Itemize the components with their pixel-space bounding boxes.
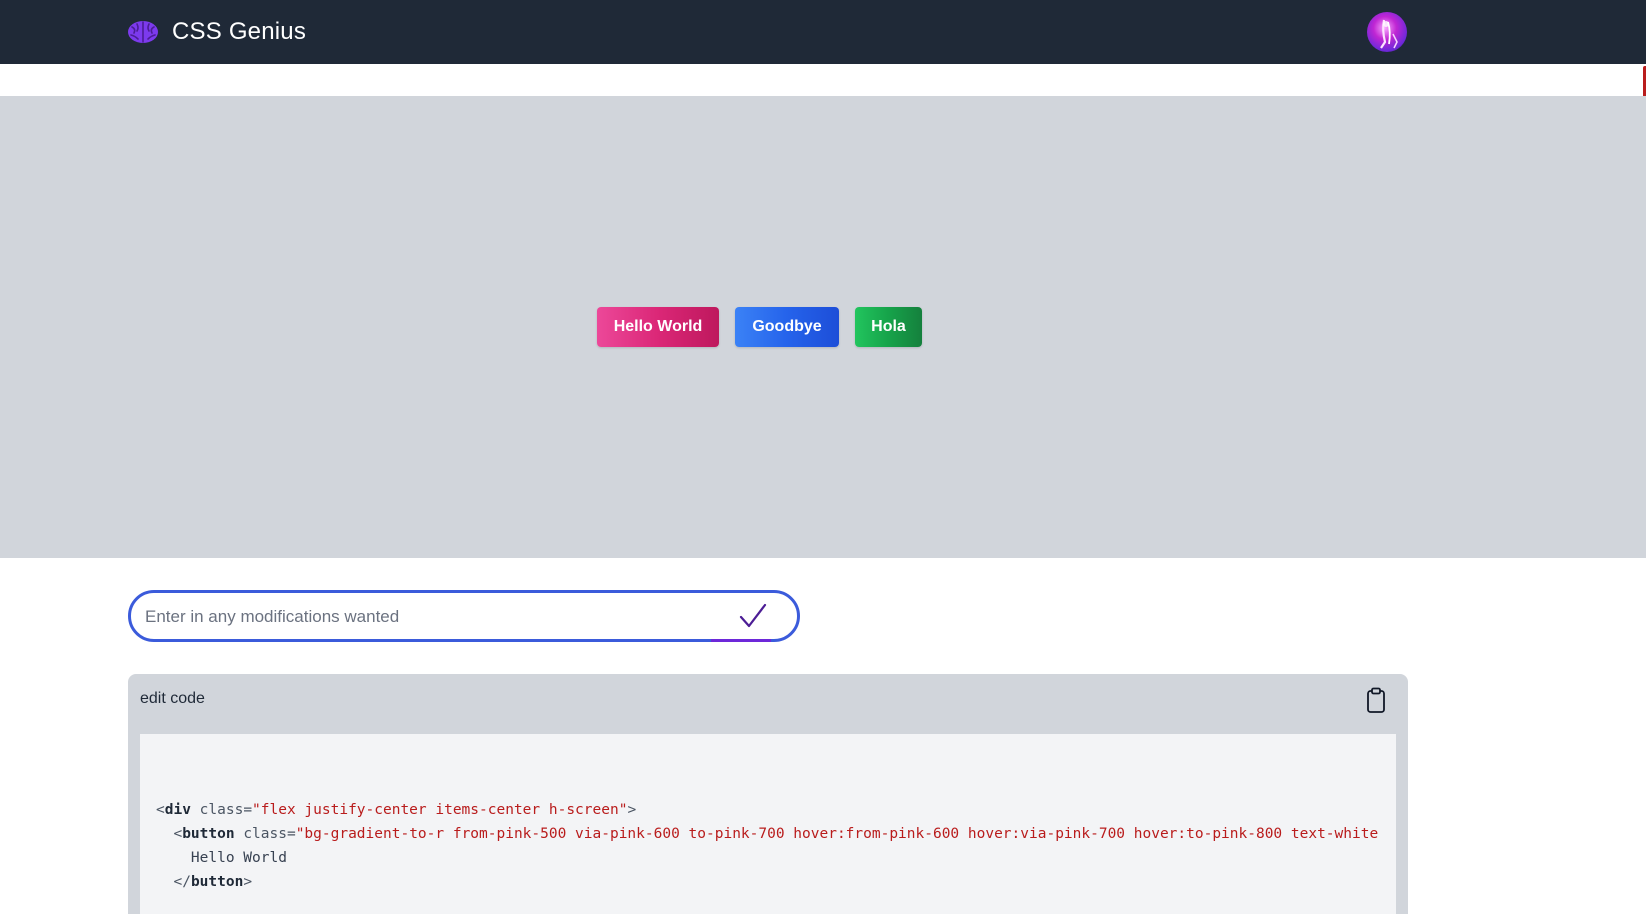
hola-button[interactable]: Hola: [855, 307, 922, 347]
copy-code-button[interactable]: [1362, 686, 1390, 716]
avatar-art-icon: [1380, 19, 1398, 49]
input-accent-bar: [711, 639, 771, 642]
code-line: <button class="bg-gradient-to-r from-pin…: [173, 826, 1379, 842]
code-content: <div class="flex justify-center items-ce…: [156, 798, 1378, 894]
code-editor[interactable]: <div class="flex justify-center items-ce…: [140, 734, 1396, 914]
app-title: CSS Genius: [172, 18, 307, 45]
code-line: <div class="flex justify-center items-ce…: [156, 802, 637, 818]
modification-input[interactable]: [143, 593, 707, 641]
code-panel-title: edit code: [140, 690, 205, 707]
modification-form: [128, 590, 800, 642]
hello-world-button[interactable]: Hello World: [597, 307, 719, 347]
checkmark-icon: [739, 603, 767, 628]
brand[interactable]: CSS Genius: [126, 14, 306, 50]
code-line: </button>: [173, 874, 253, 890]
code-line: Hello World: [190, 850, 287, 866]
goodbye-button[interactable]: Goodbye: [735, 307, 839, 347]
spacer-strip: [0, 64, 1646, 96]
clipboard-icon: [1367, 687, 1385, 713]
brain-icon: [128, 21, 158, 43]
top-nav-bar: CSS Genius: [0, 0, 1646, 64]
preview-button-row: Hello World Goodbye Hola: [597, 307, 922, 347]
submit-modification-button[interactable]: [735, 601, 771, 631]
code-editor-panel: edit code <div class="flex justify-cente…: [128, 674, 1408, 914]
user-avatar[interactable]: [1367, 12, 1407, 52]
